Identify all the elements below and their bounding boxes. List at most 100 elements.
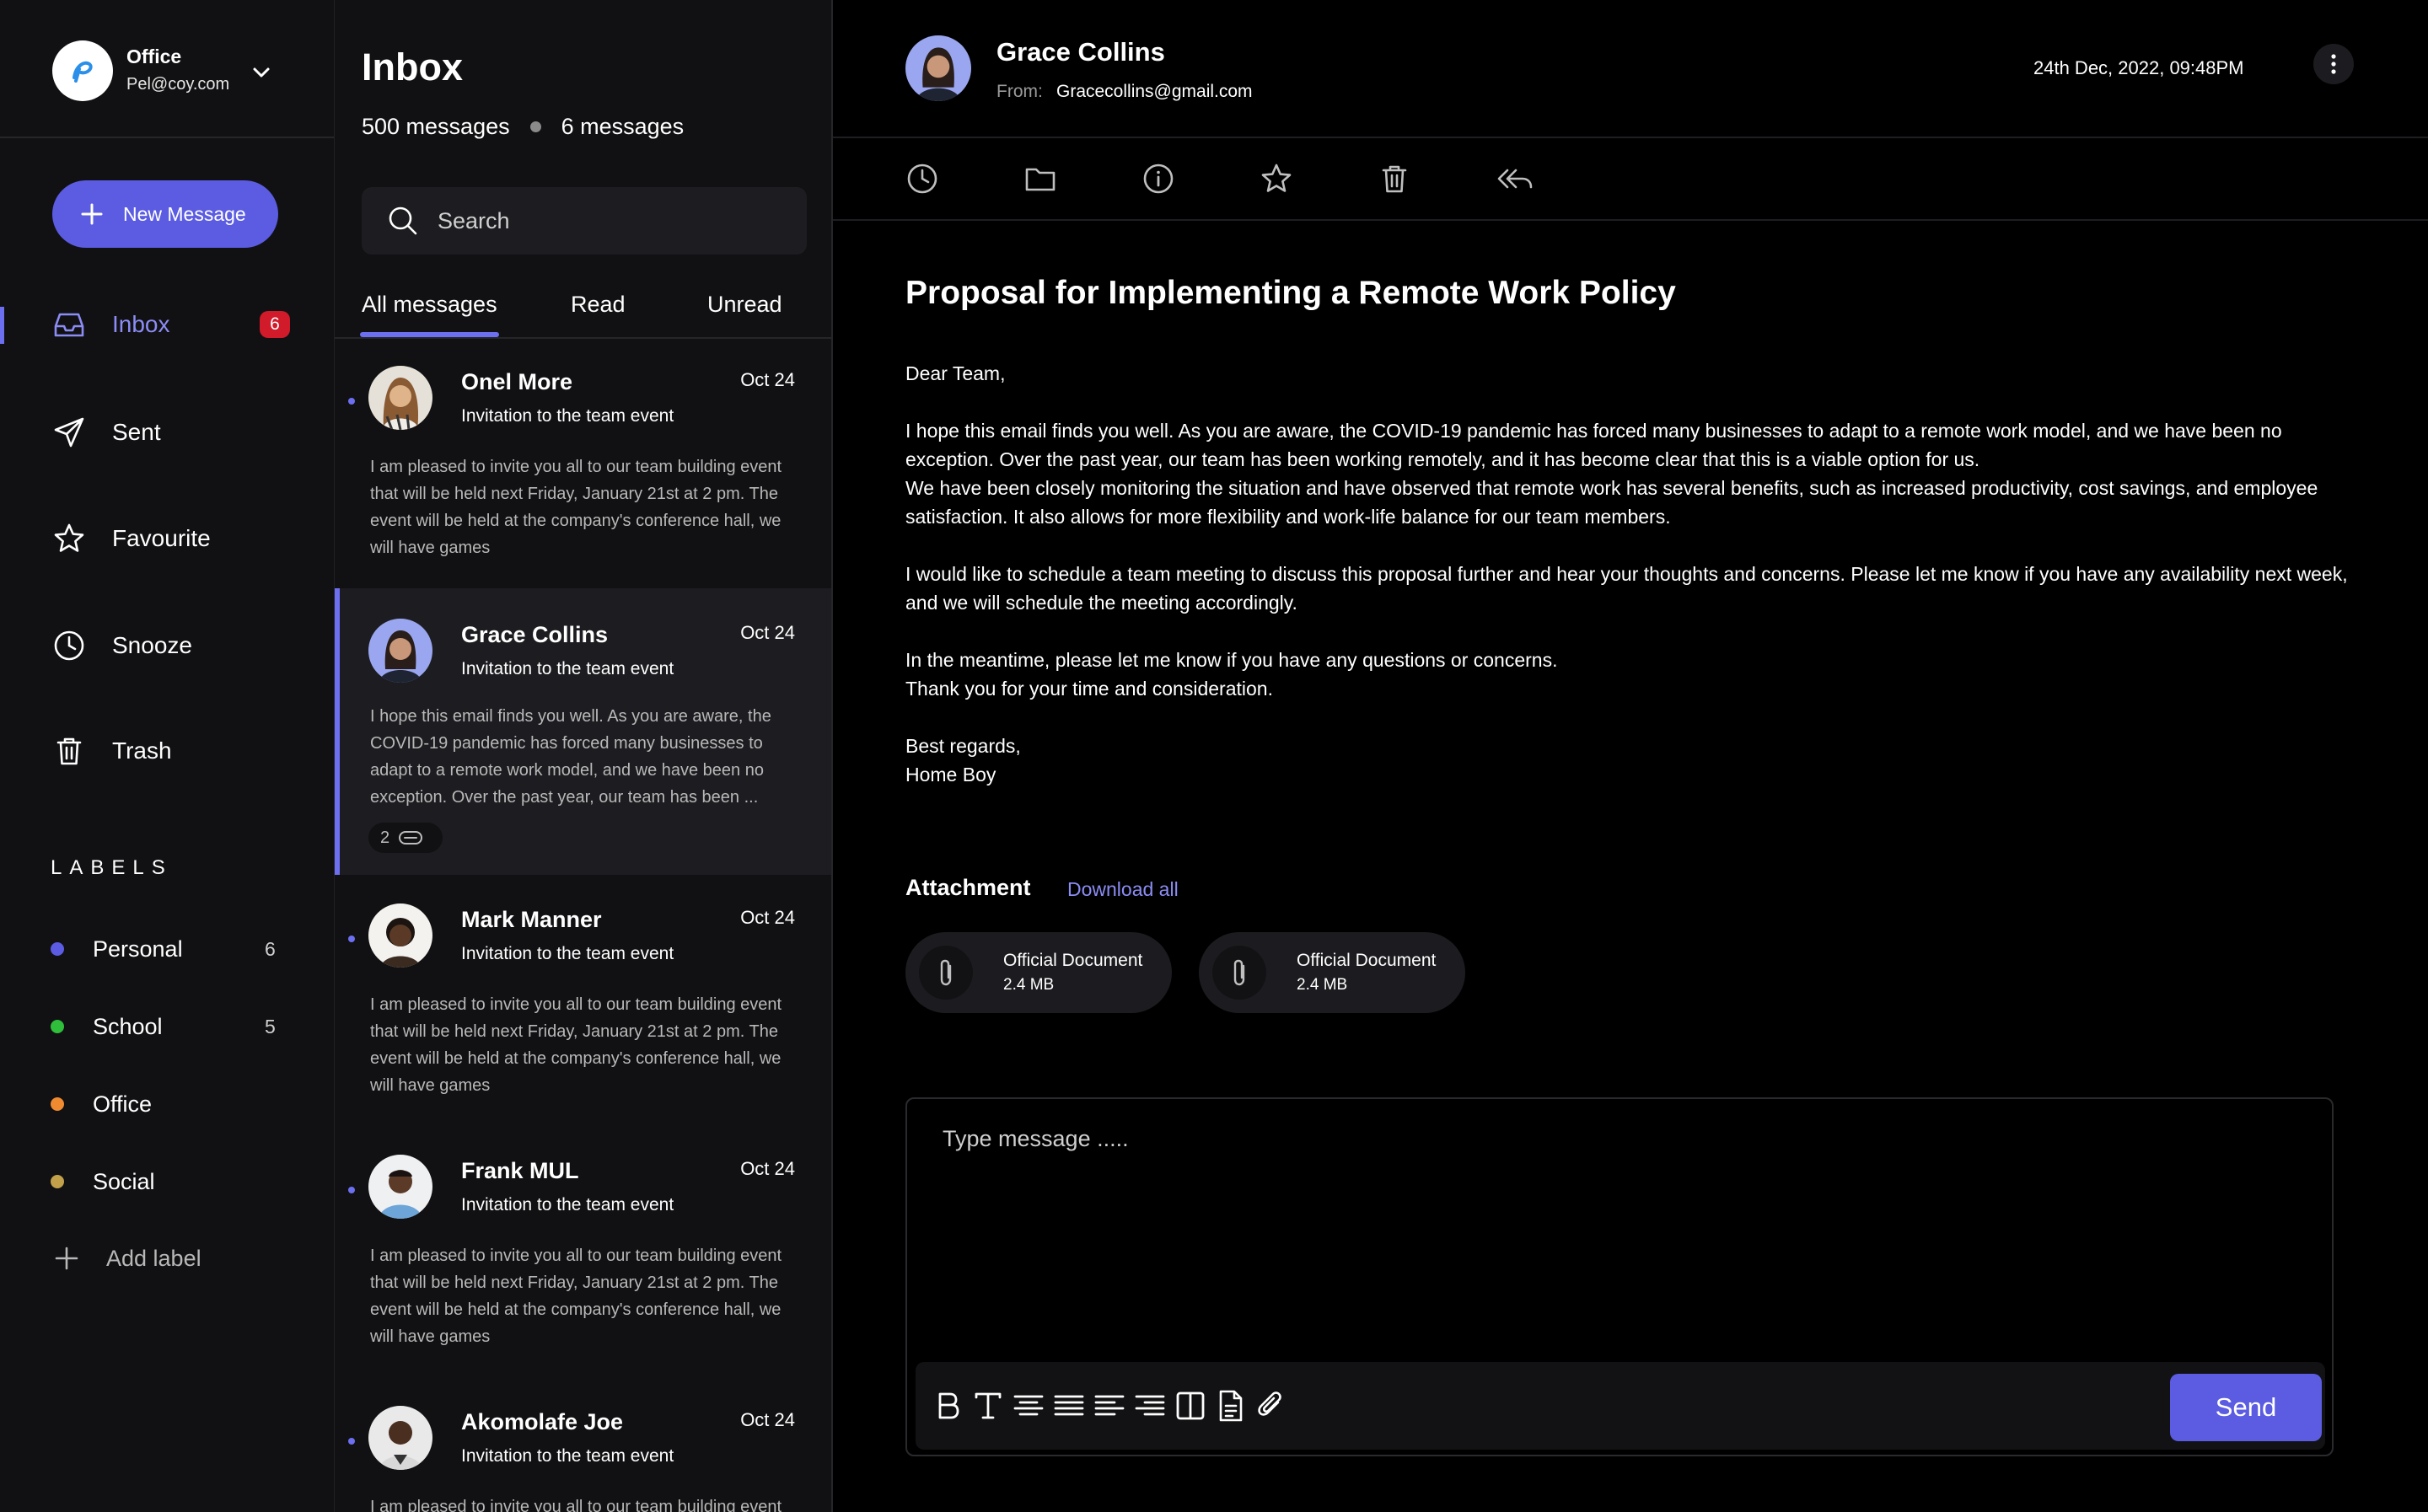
nav-item-sent[interactable]: Sent	[0, 403, 334, 462]
nav-item-snooze[interactable]: Snooze	[0, 616, 334, 675]
paperclip-icon[interactable]	[1253, 1387, 1290, 1424]
file-name: Official Document	[1297, 951, 1437, 970]
nav-item-trash[interactable]: Trash	[0, 721, 334, 780]
labels-heading: LABELS	[51, 856, 173, 879]
avatar	[368, 1406, 432, 1470]
unread-count: 6 messages	[561, 114, 685, 139]
new-message-label: New Message	[123, 202, 246, 225]
attachment-count: 2	[380, 828, 390, 847]
mail-paragraph: I hope this email finds you well. As you…	[905, 420, 2282, 470]
mail-paragraph: I would like to schedule a team meeting …	[905, 563, 2348, 614]
avatar	[905, 35, 971, 101]
label-item-school[interactable]: School 5	[0, 1001, 334, 1052]
nav-item-inbox[interactable]: Inbox 6	[0, 295, 334, 354]
nav-label: Favourite	[112, 525, 211, 551]
search-box[interactable]	[362, 187, 807, 255]
reply-all-icon[interactable]	[1496, 162, 1534, 196]
mail-list-item[interactable]: Frank MUL Oct 24 Invitation to the team …	[335, 1155, 831, 1372]
mail-list-item-selected[interactable]: Grace Collins Oct 24 Invitation to the t…	[335, 588, 831, 875]
trash-icon[interactable]	[1378, 162, 1411, 196]
nav-label: Inbox	[112, 311, 170, 337]
add-label-button[interactable]: Add label	[0, 1233, 334, 1284]
file-size: 2.4 MB	[1003, 976, 1055, 994]
align-left-icon[interactable]	[1091, 1387, 1128, 1424]
unread-badge: 6	[260, 311, 290, 338]
mail-subject: Invitation to the team event	[461, 1446, 674, 1466]
chevron-down-icon[interactable]	[250, 61, 273, 84]
download-all-link[interactable]: Download all	[1067, 878, 1179, 901]
tab-unread[interactable]: Unread	[707, 292, 782, 318]
label-item-social[interactable]: Social	[0, 1156, 334, 1207]
inbox-icon	[54, 313, 84, 337]
mail-date: Oct 24	[740, 907, 795, 928]
label-item-personal[interactable]: Personal 6	[0, 924, 334, 974]
align-justify-icon[interactable]	[1050, 1387, 1088, 1424]
unread-indicator	[348, 398, 355, 405]
message-counts: 500 messages 6 messages	[362, 114, 684, 140]
label-name: Personal	[93, 936, 183, 962]
separator-dot	[529, 121, 541, 132]
mail-subject-heading: Proposal for Implementing a Remote Work …	[905, 275, 1676, 311]
mail-list-item[interactable]: Onel More Oct 24 Invitation to the team …	[335, 366, 831, 583]
sender-name: Grace Collins	[461, 622, 609, 647]
document-icon[interactable]	[1212, 1387, 1249, 1424]
avatar	[368, 903, 432, 968]
send-button[interactable]: Send	[2170, 1374, 2322, 1441]
nav-label: Sent	[112, 419, 161, 445]
label-name: Office	[93, 1091, 153, 1117]
folder-icon[interactable]	[1023, 162, 1057, 196]
formatting-toolbar: Send	[916, 1362, 2325, 1450]
from-label: From:	[996, 82, 1043, 101]
mail-preview: I am pleased to invite you all to our te…	[370, 995, 782, 1095]
mail-signature: Home Boy	[905, 764, 996, 785]
align-center-icon[interactable]	[1010, 1387, 1047, 1424]
star-icon[interactable]	[1260, 162, 1293, 196]
reply-composer: Send	[905, 1097, 2334, 1456]
tab-all-messages[interactable]: All messages	[360, 292, 499, 337]
nav-label: Snooze	[112, 632, 192, 658]
total-count: 500 messages	[362, 114, 510, 139]
mail-subject: Invitation to the team event	[461, 944, 674, 963]
new-message-button[interactable]: New Message	[52, 180, 278, 248]
attachment-file[interactable]: Official Document 2.4 MB	[905, 932, 1172, 1013]
more-options-button[interactable]	[2313, 44, 2354, 84]
tab-read[interactable]: Read	[571, 292, 626, 318]
nav-item-favourite[interactable]: Favourite	[0, 509, 334, 568]
mail-paragraph: Thank you for your time and consideratio…	[905, 678, 1273, 700]
paperclip-icon	[1212, 946, 1266, 1000]
mail-greeting: Dear Team,	[905, 362, 1006, 384]
avatar	[368, 366, 432, 430]
unread-indicator	[348, 936, 355, 942]
mail-subject: Invitation to the team event	[461, 406, 674, 426]
info-icon[interactable]	[1141, 162, 1175, 196]
label-item-office[interactable]: Office	[0, 1079, 334, 1129]
align-right-icon[interactable]	[1131, 1387, 1168, 1424]
avatar	[368, 1155, 432, 1219]
search-icon	[389, 206, 417, 235]
columns-icon[interactable]	[1172, 1387, 1209, 1424]
unread-indicator	[348, 1187, 355, 1193]
nav-label: Trash	[112, 737, 172, 764]
account-switcher[interactable]: Office Pel@coy.com	[0, 0, 334, 138]
label-color-dot	[51, 1097, 64, 1111]
message-input[interactable]	[943, 1126, 2291, 1295]
mail-paragraph: In the meantime, please let me know if y…	[905, 649, 1558, 671]
text-icon[interactable]	[970, 1387, 1007, 1424]
mail-preview: I am pleased to invite you all to our te…	[370, 1247, 782, 1346]
attachment-count-chip: 2	[368, 823, 443, 853]
attachment-file[interactable]: Official Document 2.4 MB	[1199, 932, 1465, 1013]
mail-list-item[interactable]: Mark Manner Oct 24 Invitation to the tea…	[335, 903, 831, 1121]
send-icon	[54, 417, 84, 448]
label-color-dot	[51, 1020, 64, 1033]
brand-logo-icon	[52, 40, 113, 101]
clock-icon[interactable]	[905, 162, 939, 196]
mail-signoff: Best regards,	[905, 735, 1021, 757]
from-email: Gracecollins@gmail.com	[1056, 82, 1253, 101]
label-count: 6	[265, 937, 276, 960]
paperclip-icon	[399, 831, 423, 844]
search-input[interactable]	[438, 207, 792, 234]
label-name: Social	[93, 1168, 155, 1194]
bold-icon[interactable]	[929, 1387, 966, 1424]
mail-list-item[interactable]: Akomolafe Joe Oct 24 Invitation to the t…	[335, 1406, 831, 1512]
clock-icon	[54, 630, 84, 661]
